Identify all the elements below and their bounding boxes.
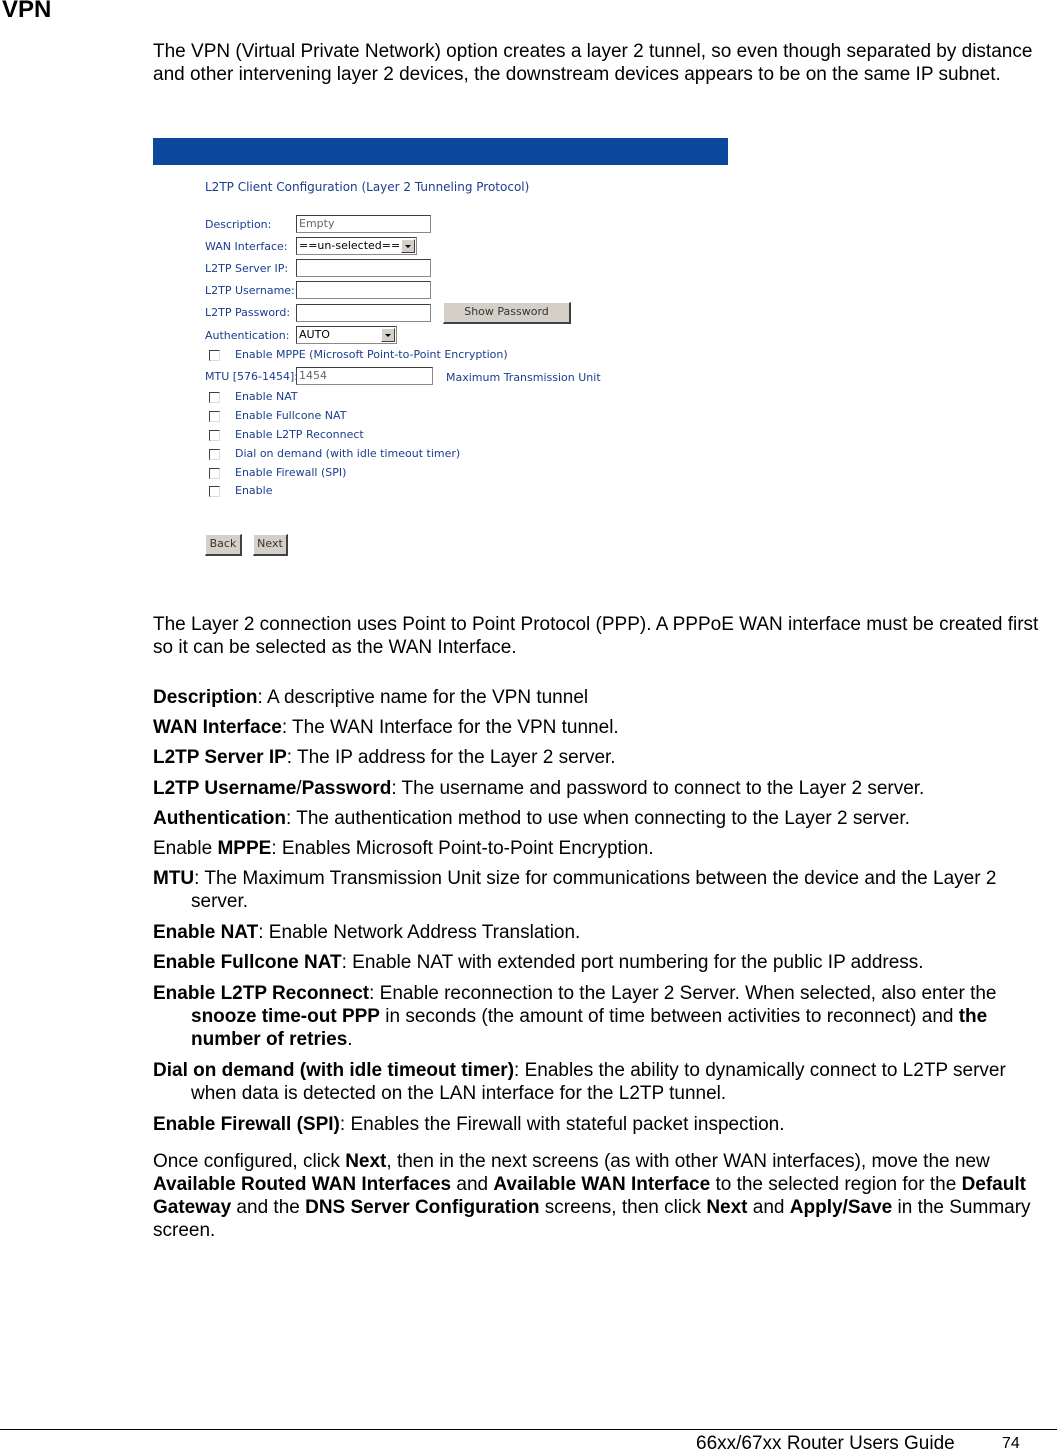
mtu-input[interactable]: 1454 bbox=[296, 367, 433, 385]
enable-firewall-label: Enable Firewall (SPI) bbox=[235, 466, 347, 479]
password-input[interactable] bbox=[296, 304, 431, 322]
footer-guide-title: 66xx/67xx Router Users Guide bbox=[696, 1433, 955, 1454]
dial-on-demand-label: Dial on demand (with idle timeout timer) bbox=[235, 447, 461, 460]
definition-dial-on-demand: Dial on demand (with idle timeout timer)… bbox=[153, 1060, 1006, 1104]
password-label: L2TP Password: bbox=[205, 306, 291, 319]
footer-divider bbox=[0, 1429, 1057, 1430]
definition-l2tp-server-ip: L2TP Server IP: The IP address for the L… bbox=[153, 747, 616, 768]
definition-authentication: Authentication: The authentication metho… bbox=[153, 808, 910, 829]
enable-l2tp-reconnect-label: Enable L2TP Reconnect bbox=[235, 428, 364, 441]
page-number: 74 bbox=[1002, 1435, 1020, 1452]
mppe-label: Enable MPPE (Microsoft Point-to-Point En… bbox=[235, 348, 508, 361]
description-input[interactable]: Empty bbox=[296, 215, 431, 233]
term: Password bbox=[301, 778, 392, 799]
enable-nat-checkbox[interactable] bbox=[209, 392, 220, 403]
intro-paragraph: The VPN (Virtual Private Network) option… bbox=[153, 41, 1033, 85]
next-button[interactable]: Next bbox=[253, 534, 288, 556]
mppe-checkbox[interactable] bbox=[209, 350, 220, 361]
term: MPPE bbox=[217, 838, 272, 859]
term: Enable L2TP Reconnect bbox=[153, 983, 370, 1004]
mtu-hint: Maximum Transmission Unit bbox=[446, 371, 601, 384]
enable-fullcone-nat-checkbox[interactable] bbox=[209, 411, 220, 422]
definition-firewall: Enable Firewall (SPI): Enables the Firew… bbox=[153, 1114, 785, 1135]
wan-interface-value: ==un-selected== bbox=[299, 239, 401, 252]
term: Enable NAT bbox=[153, 922, 259, 943]
term: Enable Fullcone NAT bbox=[153, 952, 342, 973]
term: L2TP Username bbox=[153, 778, 297, 799]
definition-mtu: MTU: The Maximum Transmission Unit size … bbox=[153, 868, 997, 912]
username-input[interactable] bbox=[296, 281, 431, 299]
l2tp-config-screenshot: L2TP Client Configuration (Layer 2 Tunne… bbox=[153, 138, 728, 568]
definition-enable-nat: Enable NAT: Enable Network Address Trans… bbox=[153, 922, 581, 943]
term: Dial on demand (with idle timeout timer) bbox=[153, 1060, 515, 1081]
definition-fullcone-nat: Enable Fullcone NAT: Enable NAT with ext… bbox=[153, 952, 924, 973]
term: Description bbox=[153, 687, 258, 708]
definition-wan-interface: WAN Interface: The WAN Interface for the… bbox=[153, 717, 619, 738]
enable-nat-label: Enable NAT bbox=[235, 390, 298, 403]
term: L2TP Server IP bbox=[153, 747, 287, 768]
enable-label: Enable bbox=[235, 484, 273, 497]
enable-fullcone-nat-label: Enable Fullcone NAT bbox=[235, 409, 347, 422]
back-button[interactable]: Back bbox=[205, 534, 242, 556]
definition-mppe: Enable MPPE: Enables Microsoft Point-to-… bbox=[153, 838, 654, 859]
term: WAN Interface bbox=[153, 717, 282, 738]
authentication-value: AUTO bbox=[299, 328, 330, 341]
term: MTU bbox=[153, 868, 195, 889]
enable-firewall-checkbox[interactable] bbox=[209, 468, 220, 479]
header-banner bbox=[153, 138, 728, 165]
dial-on-demand-checkbox[interactable] bbox=[209, 449, 220, 460]
show-password-button[interactable]: Show Password bbox=[443, 302, 571, 324]
definition-description: Description: A descriptive name for the … bbox=[153, 687, 589, 708]
term: Authentication bbox=[153, 808, 286, 829]
authentication-select[interactable]: AUTO bbox=[296, 326, 397, 344]
server-ip-input[interactable] bbox=[296, 259, 431, 277]
wan-interface-select[interactable]: ==un-selected== bbox=[296, 237, 417, 255]
mtu-label: MTU [576-1454]: bbox=[205, 370, 299, 383]
layer2-paragraph: The Layer 2 connection uses Point to Poi… bbox=[153, 614, 1039, 658]
description-label: Description: bbox=[205, 218, 272, 231]
username-label: L2TP Username: bbox=[205, 284, 295, 297]
page-heading: VPN bbox=[2, 0, 52, 23]
chevron-down-icon[interactable] bbox=[381, 328, 395, 342]
wan-interface-label: WAN Interface: bbox=[205, 240, 288, 253]
closing-paragraph: Once configured, click Next, then in the… bbox=[153, 1151, 1031, 1241]
server-ip-label: L2TP Server IP: bbox=[205, 262, 289, 275]
enable-l2tp-reconnect-checkbox[interactable] bbox=[209, 430, 220, 441]
definition-l2tp-reconnect: Enable L2TP Reconnect: Enable reconnecti… bbox=[153, 983, 997, 1050]
definition-username-password: L2TP Username/Password: The username and… bbox=[153, 778, 925, 799]
chevron-down-icon[interactable] bbox=[401, 239, 415, 253]
config-title: L2TP Client Configuration (Layer 2 Tunne… bbox=[205, 180, 530, 194]
enable-checkbox[interactable] bbox=[209, 486, 220, 497]
term: Enable Firewall (SPI) bbox=[153, 1114, 340, 1135]
authentication-label: Authentication: bbox=[205, 329, 290, 342]
